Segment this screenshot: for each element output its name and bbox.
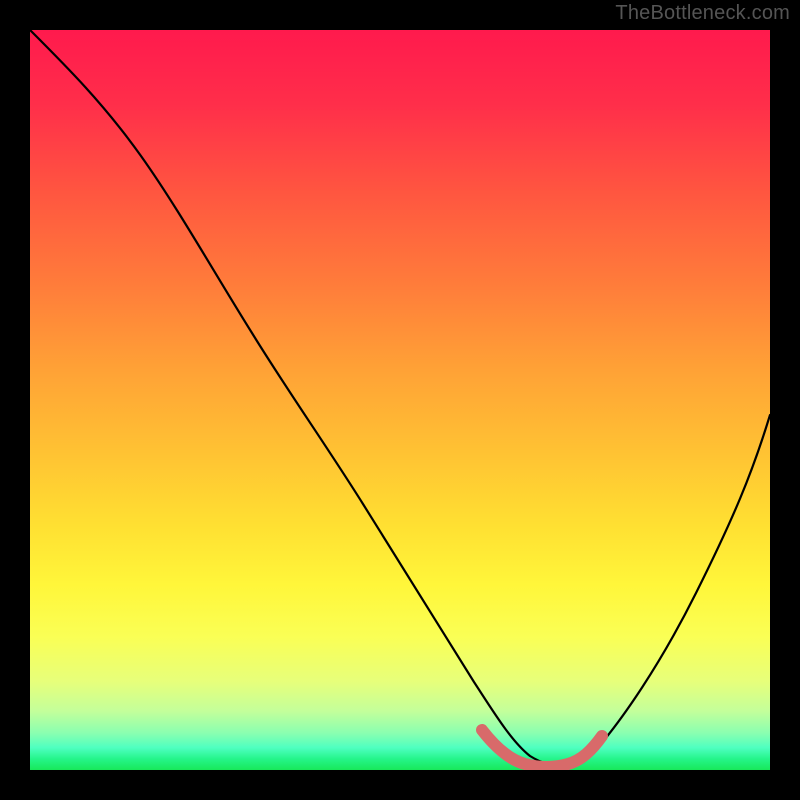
chart-frame: TheBottleneck.com <box>0 0 800 800</box>
bottleneck-curve-line <box>30 30 770 766</box>
plot-area <box>30 30 770 770</box>
watermark-text: TheBottleneck.com <box>615 2 790 25</box>
curve-layer <box>30 30 770 770</box>
optimal-range-highlight <box>482 730 602 767</box>
